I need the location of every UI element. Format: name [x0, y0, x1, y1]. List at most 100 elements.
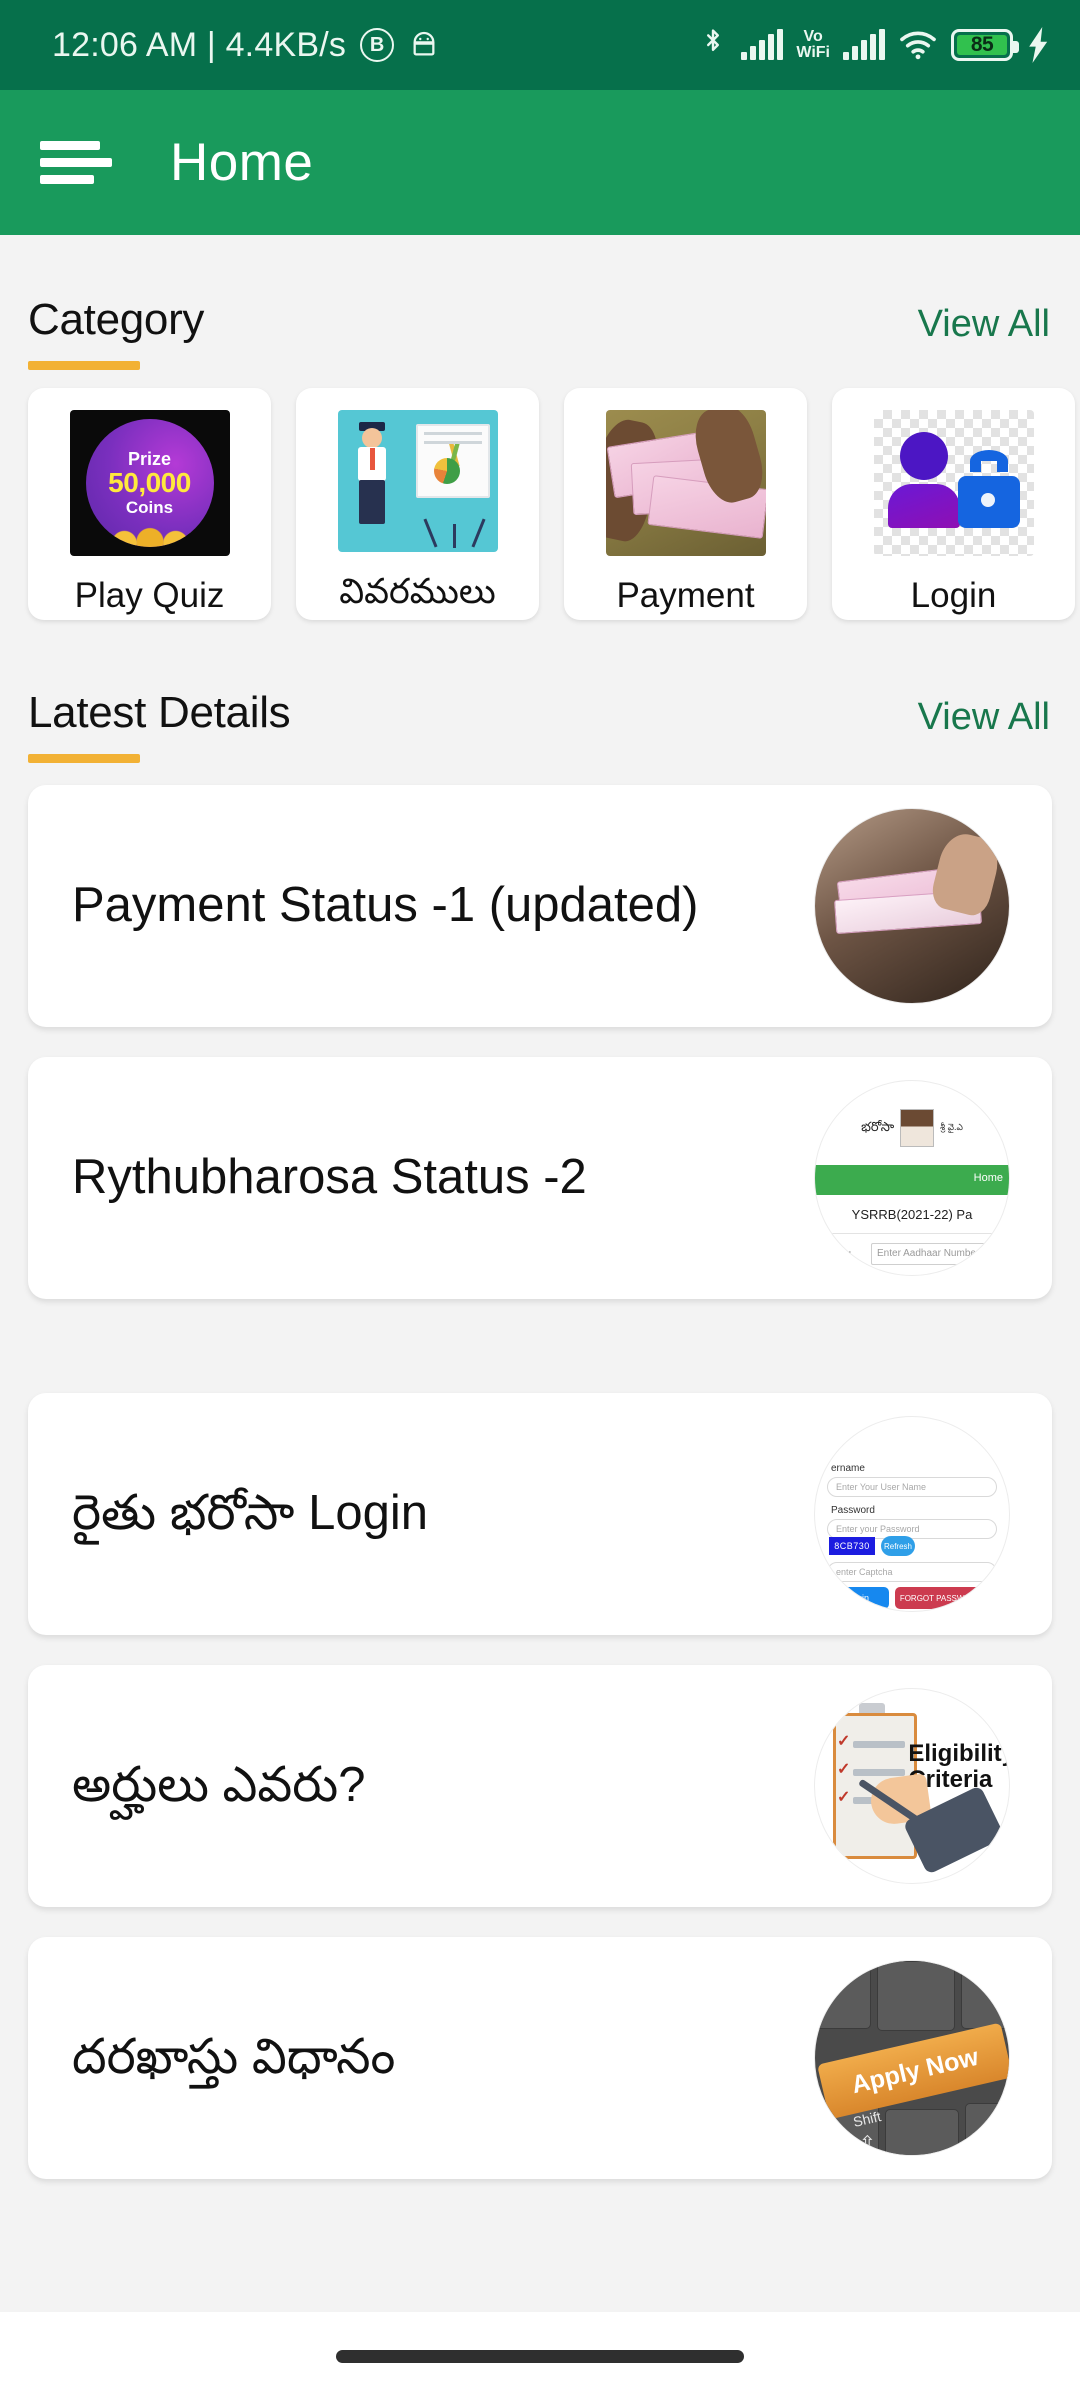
captcha-refresh-button: Refresh [881, 1536, 915, 1556]
b-badge-icon: B [360, 28, 395, 62]
app-bar: Home [0, 90, 1080, 235]
category-card-payment[interactable]: Payment [564, 388, 807, 620]
latest-details-title-wrap: Latest Details [28, 688, 291, 763]
wifi-icon [900, 31, 936, 60]
quiz-amount-label: 50,000 [108, 467, 191, 499]
shift-arrow-icon-2: ⇧ [965, 2131, 982, 2153]
user-lock-icon [873, 410, 1034, 556]
category-view-all-link[interactable]: View All [918, 295, 1050, 346]
list-item[interactable]: రైతు భరోసా Login ername Enter Your User … [28, 1393, 1052, 1635]
category-card-row[interactable]: Prize 50,000 Coins Play Quiz వివరములు Pa… [0, 388, 1080, 620]
latest-details-section-header: Latest Details View All [0, 688, 1080, 763]
hamburger-menu-icon[interactable] [40, 123, 116, 202]
apply-now-keyboard-photo: Apply Now Shift ⇧ ⇧ [814, 1960, 1010, 2156]
login-form-screenshot: ername Enter Your User Name Password Ent… [814, 1416, 1010, 1612]
category-title-underline [28, 361, 140, 370]
government-portal-screenshot: భరోసా శ్రీ వై.ఎ Home YSRRB(2021-22) Pa m… [814, 1080, 1010, 1276]
category-label: Payment [616, 576, 755, 615]
form-username-label: ername [831, 1463, 865, 1474]
form-username-input: Enter Your User Name [827, 1477, 997, 1497]
form-forgot-password-button: FORGOT PASSWORD [895, 1587, 987, 1609]
category-card-vivaramulu[interactable]: వివరములు [296, 388, 539, 620]
bluetooth-icon [707, 29, 720, 51]
captcha-image: 8CB730 [829, 1537, 875, 1555]
coin-pile-icon [85, 520, 214, 547]
list-item-title: Rythubharosa Status -2 [72, 1150, 587, 1205]
tripod-stand-icon [452, 524, 456, 548]
latest-details-view-all-link[interactable]: View All [918, 688, 1050, 739]
category-label: Play Quiz [74, 576, 225, 615]
battery-indicator: 85 [951, 29, 1019, 61]
check-icon: ✓ [837, 1789, 851, 1806]
list-item-title: దరఖాస్తు విధానం [72, 2030, 396, 2085]
check-icon: ✓ [837, 1733, 851, 1750]
quiz-coins-image: Prize 50,000 Coins [69, 410, 230, 556]
signal-bars-icon [741, 29, 784, 60]
status-bar: 12:06 AM | 4.4KB/s B Vo WiFi 85 [0, 0, 1080, 90]
user-body-icon [887, 484, 960, 528]
charging-bolt-icon [1029, 27, 1048, 63]
rupee-notes-photo [605, 410, 766, 556]
money-in-hand-photo [814, 808, 1010, 1004]
shift-arrow-icon: ⇧ [859, 2133, 876, 2155]
list-item[interactable]: దరఖాస్తు విధానం Apply Now Shift ⇧ ⇧ [28, 1937, 1052, 2179]
quiz-prize-label: Prize [127, 449, 172, 470]
status-clock-and-network-speed: 12:06 AM | 4.4KB/s [52, 25, 347, 64]
quiz-coins-label: Coins [125, 497, 174, 517]
portal-nav-home: Home [973, 1172, 1003, 1184]
status-bar-left: 12:06 AM | 4.4KB/s B [52, 26, 440, 65]
portal-navbar: Home [815, 1165, 1009, 1195]
user-head-icon [899, 432, 948, 480]
cm-name-text: శ్రీ వై.ఎ [940, 1122, 963, 1133]
battery-level: 85 [957, 33, 1007, 56]
check-icon: ✓ [837, 1761, 851, 1778]
signal-bars-icon-2 [843, 29, 885, 60]
portal-scheme-text: YSRRB(2021-22) Pa [851, 1207, 973, 1222]
list-item[interactable]: Rythubharosa Status -2 భరోసా శ్రీ వై.ఎ H… [28, 1057, 1052, 1299]
pie-chart-icon [433, 458, 460, 484]
vowifi-line-2: WiFi [796, 44, 830, 61]
form-login-button: Login [827, 1587, 889, 1609]
lock-shackle-icon [969, 450, 1008, 472]
category-title-wrap: Category [28, 295, 204, 370]
gesture-handle[interactable] [336, 2349, 744, 2363]
quiz-circle-art: Prize 50,000 Coins [85, 419, 214, 547]
system-navigation-bar [0, 2312, 1080, 2400]
form-captcha-input: enter Captcha [827, 1562, 997, 1582]
portal-header: భరోసా శ్రీ వై.ఎ [815, 1105, 1009, 1151]
eligibility-line-1: Eligibility [908, 1740, 1010, 1767]
latest-details-title-underline [28, 754, 140, 763]
eligibility-criteria-illustration: ✓ ✓ ✓ Eligibility Criteria [814, 1688, 1010, 1884]
portal-banner-text: భరోసా [861, 1118, 895, 1134]
presenter-tie-icon [369, 448, 375, 470]
category-section-header: Category View All [0, 295, 1080, 370]
list-item-title: Payment Status -1 (updated) [72, 878, 699, 933]
lock-keyhole-icon [980, 493, 995, 507]
scroll-content: Category View All Prize 50,000 Coins Pla… [0, 235, 1080, 2400]
category-title: Category [28, 295, 205, 344]
category-label: Login [910, 576, 997, 615]
portal-aadhaar-input: Enter Aadhaar Number [871, 1243, 999, 1265]
app-screen: 12:06 AM | 4.4KB/s B Vo WiFi 85 Home Cat… [0, 0, 1080, 2400]
list-item-title: రైతు భరోసా Login [72, 1486, 428, 1541]
status-bar-right: Vo WiFi 85 [698, 27, 1052, 63]
list-item[interactable]: Payment Status -1 (updated) [28, 785, 1052, 1027]
page-title: Home [170, 133, 314, 192]
android-icon [413, 31, 435, 56]
form-password-label: Password [831, 1505, 875, 1516]
presenter-legs-icon [358, 480, 385, 524]
list-item[interactable]: అర్హులు ఎవరు? ✓ ✓ ✓ Eligibility Criteria [28, 1665, 1052, 1907]
category-label: వివరములు [339, 572, 496, 611]
vowifi-indicator: Vo WiFi [796, 29, 830, 61]
presentation-illustration [337, 410, 498, 552]
list-item-title: అర్హులు ఎవరు? [72, 1758, 366, 1813]
latest-details-list: Payment Status -1 (updated) Rythubharosa… [0, 785, 1080, 2179]
category-card-login[interactable]: Login [832, 388, 1075, 620]
category-card-play-quiz[interactable]: Prize 50,000 Coins Play Quiz [28, 388, 271, 620]
latest-details-title: Latest Details [28, 688, 291, 737]
form-password-input: Enter your Password [827, 1519, 997, 1539]
vowifi-line-1: Vo [803, 28, 823, 45]
cm-photo [900, 1109, 935, 1147]
presentation-board-icon [415, 424, 490, 498]
